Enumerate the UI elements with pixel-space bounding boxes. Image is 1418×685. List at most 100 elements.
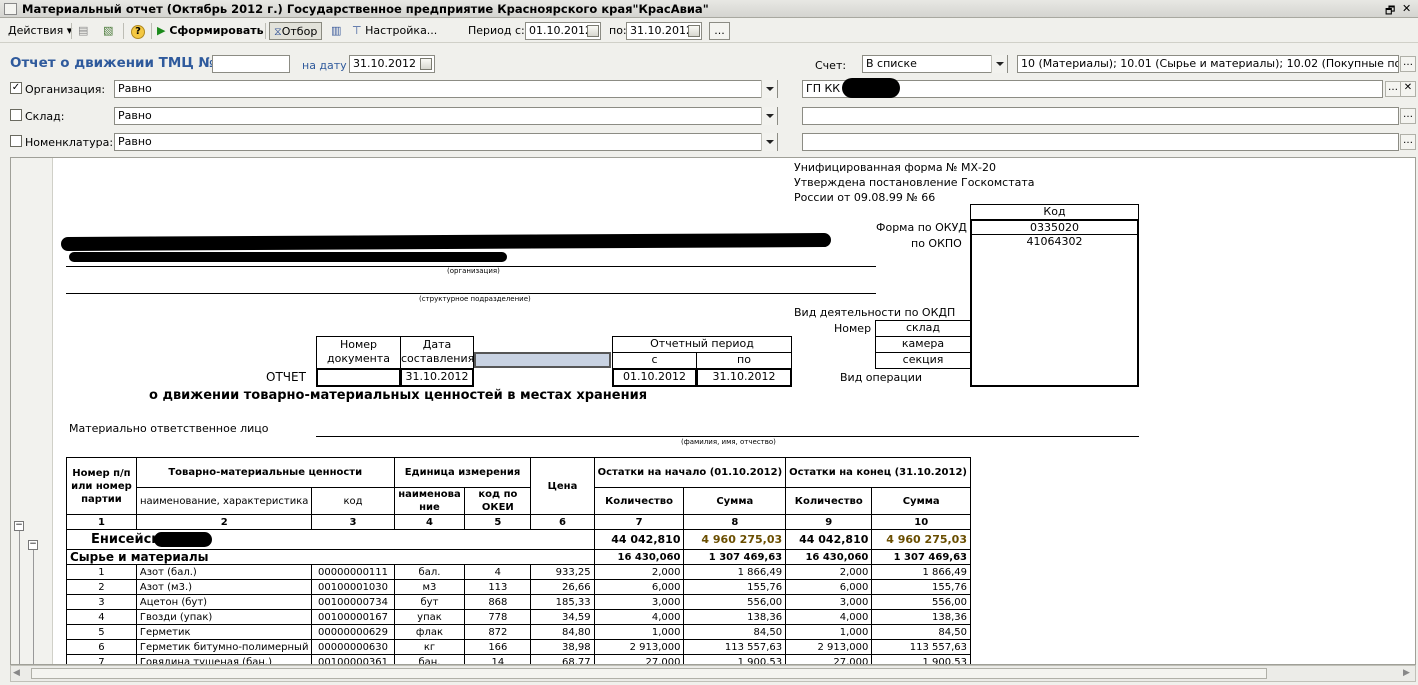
table-row[interactable]: 6 Герметик битумно-полимерный 00000000630 к… <box>66 639 971 655</box>
header-price: Цена <box>530 457 595 515</box>
warehouse-condition-select[interactable]: Равно <box>114 107 778 125</box>
toolbar: Действия ▾ ▤ ▧ ? ▶ Сформировать ⧖Отбор ▥… <box>0 19 1418 43</box>
code-header: Код <box>970 204 1139 220</box>
column-number-row: 1 2 3 4 5 6 7 8 9 10 <box>66 514 971 530</box>
department-caption: (структурное подразделение) <box>419 295 531 303</box>
window-title-bar: Материальный отчет (Октябрь 2012 г.) Гос… <box>0 0 1418 18</box>
header-tmc: Товарно-материальные ценности <box>135 457 395 488</box>
report-title: Отчет о движении ТМЦ № <box>10 55 215 71</box>
cell-price: 38,98 <box>530 639 595 655</box>
settings-button[interactable]: ⊤ Настройка... <box>352 22 437 40</box>
organization-condition-select[interactable]: Равно <box>114 80 778 98</box>
close-window-button[interactable]: ✕ <box>1402 2 1411 15</box>
generate-button-label: Сформировать <box>169 24 264 37</box>
period-to-header: по <box>696 352 792 369</box>
column-number: 2 <box>135 514 313 530</box>
organization-select-button[interactable]: … <box>1385 81 1401 97</box>
cell-price: 26,66 <box>530 579 595 595</box>
header-end-balance: Остатки на конец (31.10.2012) <box>785 457 971 488</box>
group-row-category[interactable]: Сырье и материалы 16 430,060 1 307 469,6… <box>66 549 971 565</box>
okud-value: 0335020 <box>970 219 1139 236</box>
column-number: 6 <box>530 514 595 530</box>
selected-cell[interactable] <box>474 352 611 368</box>
table-row[interactable]: 2 Азот (м3.) 00100001030 м3 113 26,66 6,000 155… <box>66 579 971 595</box>
account-list-select-button[interactable]: … <box>1400 56 1416 72</box>
cell-code: 00100000734 <box>311 594 395 610</box>
redaction-mark <box>69 252 507 262</box>
form-note: Утверждена постановление Госкомстата <box>794 176 1035 189</box>
cell-n: 7 <box>66 654 137 664</box>
header-code: код <box>311 487 395 515</box>
filter-button[interactable]: ⧖Отбор <box>269 22 323 40</box>
nomenclature-checkbox[interactable] <box>10 135 22 147</box>
cell-name: Герметик битумно-полимерный <box>135 639 313 655</box>
chevron-down-icon[interactable] <box>761 80 777 98</box>
account-mode-select[interactable]: В списке <box>862 55 1008 73</box>
cell-sq: 4,000 <box>593 609 685 625</box>
warehouse-value-input[interactable] <box>802 107 1399 125</box>
warehouse-checkbox[interactable] <box>10 109 22 121</box>
help-button[interactable]: ? <box>131 22 145 40</box>
doc-date-value: 31.10.2012 <box>400 368 474 387</box>
chart-icon[interactable]: ▥ <box>331 22 341 40</box>
scrollbar-thumb[interactable] <box>31 668 1267 679</box>
table-row[interactable]: 3 Ацетон (бут) 00100000734 бут 868 185,33 3,00… <box>66 594 971 610</box>
cell-sq: 2,000 <box>593 564 685 580</box>
cell-unit: бал. <box>393 564 466 580</box>
redaction-mark <box>154 532 213 547</box>
nomenclature-select-button[interactable]: … <box>1400 134 1416 150</box>
cell-eq: 4,000 <box>785 609 873 625</box>
calendar-icon[interactable] <box>688 25 700 37</box>
cell-n: 2 <box>66 579 137 595</box>
nomenclature-condition-select[interactable]: Равно <box>114 133 778 151</box>
warehouse-select-button[interactable]: … <box>1400 108 1416 124</box>
filter-button-label: Отбор <box>281 25 318 38</box>
report-number-input[interactable] <box>212 55 290 73</box>
settings-button-label: Настройка... <box>365 24 438 37</box>
group-name: Сырье и материалы <box>66 549 595 565</box>
actions-menu[interactable]: Действия ▾ <box>8 22 72 40</box>
organization-clear-button[interactable]: ✕ <box>1400 81 1416 97</box>
generate-button[interactable]: ▶ Сформировать <box>157 22 264 40</box>
scroll-right-icon[interactable]: ▶ <box>1403 668 1410 678</box>
cell-code: 00000000630 <box>311 639 395 655</box>
export-icon[interactable]: ▧ <box>103 22 113 40</box>
cell-code: 00100000167 <box>311 609 395 625</box>
scroll-left-icon[interactable]: ◀ <box>13 668 20 678</box>
table-row[interactable]: 1 Азот (бал.) 00000000111 бал. 4 933,25 2,000 1… <box>66 564 971 580</box>
grouping-gutter: − − <box>11 158 53 664</box>
period-select-button[interactable]: ... <box>709 22 730 40</box>
group-row-warehouse[interactable]: Енисейск 44 042,810 4 960 275,03 44 042,… <box>66 529 971 550</box>
cell-code: 00000000629 <box>311 624 395 640</box>
cell-ss: 84,50 <box>683 624 787 640</box>
collapse-icon[interactable]: − <box>14 521 24 531</box>
collapse-icon[interactable]: − <box>28 540 38 550</box>
settings-icon: ⊤ <box>352 24 362 37</box>
chevron-down-icon[interactable] <box>761 107 777 125</box>
cell-sq: 27,000 <box>593 654 685 664</box>
column-number: 3 <box>311 514 395 530</box>
group-end-qty: 16 430,060 <box>785 549 873 565</box>
column-number: 7 <box>593 514 685 530</box>
table-row[interactable]: 5 Герметик 00000000629 флак 872 84,80 1,000 84,… <box>66 624 971 640</box>
cell-ss: 1 900,53 <box>683 654 787 664</box>
cell-name: Гвозди (упак) <box>135 609 313 625</box>
nomenclature-value-input[interactable] <box>802 133 1399 151</box>
horizontal-scrollbar[interactable]: ◀ ▶ <box>10 665 1416 682</box>
calendar-icon[interactable] <box>587 25 599 37</box>
copy-icon[interactable]: ▤ <box>78 22 88 40</box>
table-row[interactable]: 4 Гвозди (упак) 00100000167 упак 778 34,59 4,0… <box>66 609 971 625</box>
report-sheet[interactable]: − − Унифицированная форма № МХ-20 Утверж… <box>10 157 1416 665</box>
organization-checkbox[interactable]: ✓ <box>10 82 22 94</box>
help-icon: ? <box>131 25 145 39</box>
calendar-icon[interactable] <box>420 58 432 70</box>
cell-eq: 6,000 <box>785 579 873 595</box>
cell-okei: 113 <box>464 579 532 595</box>
cell-name: Азот (м3.) <box>135 579 313 595</box>
chevron-down-icon[interactable] <box>761 133 777 151</box>
warehouse-cell: склад <box>875 320 971 337</box>
account-list-input[interactable]: 10 (Материалы); 10.01 (Сырье и материалы… <box>1017 55 1399 73</box>
actions-menu-label: Действия <box>8 24 64 37</box>
table-row[interactable]: 7 Говядина тушеная (бан.) 00100000361 бан. 1… <box>66 654 971 664</box>
chevron-down-icon[interactable] <box>991 55 1007 73</box>
